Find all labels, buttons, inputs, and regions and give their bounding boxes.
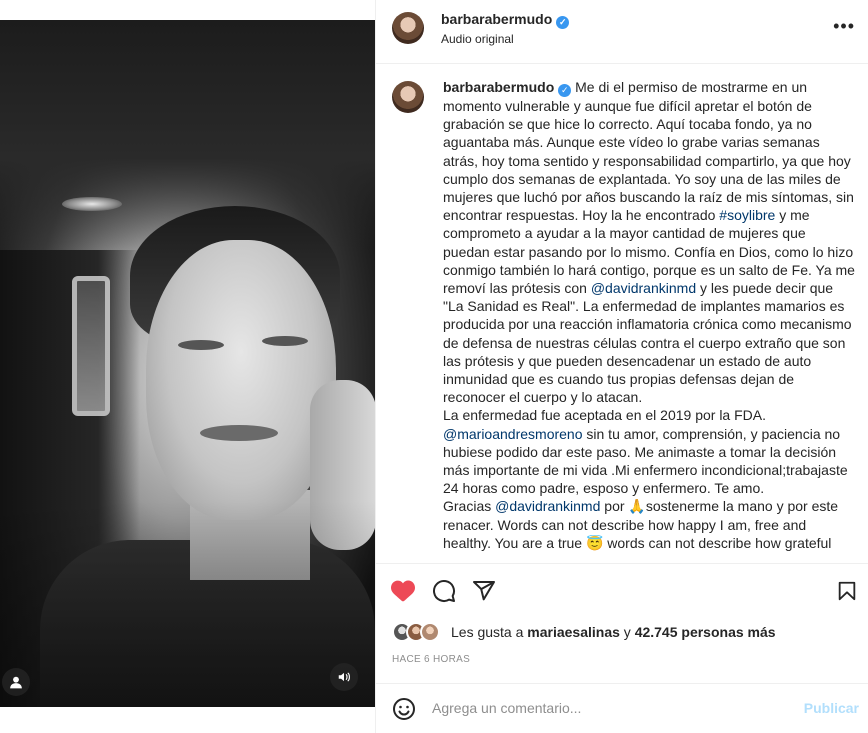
caption-text: barbarabermudo ✓ Me di el permiso de most… <box>443 78 855 552</box>
more-options-icon[interactable]: ••• <box>833 16 855 37</box>
bookmark-icon[interactable] <box>836 579 858 603</box>
video-frame[interactable] <box>0 20 375 707</box>
caption-mention-link[interactable]: #soylibre <box>719 207 775 223</box>
caption-avatar[interactable] <box>392 81 424 113</box>
post-panel: barbarabermudo ✓ Audio original ••• barba… <box>375 0 868 733</box>
post-header: barbarabermudo ✓ Audio original ••• <box>376 0 868 64</box>
audio-toggle-button[interactable] <box>330 663 358 691</box>
user-icon <box>10 676 22 689</box>
caption-section: barbarabermudo ✓ Me di el permiso de most… <box>376 65 868 563</box>
likes-middle: y <box>619 624 635 640</box>
tagged-users-button[interactable] <box>2 668 30 696</box>
publish-button[interactable]: Publicar <box>804 700 859 716</box>
avatar <box>420 622 440 642</box>
username-link[interactable]: barbarabermudo <box>441 11 552 27</box>
heart-filled-icon[interactable] <box>390 579 416 603</box>
caption-text-segment: y les puede decir que "La Sanidad es Rea… <box>443 280 852 406</box>
likes-count-link[interactable]: 42.745 personas más <box>635 624 776 640</box>
caption-text-segment: Gracias <box>443 498 496 515</box>
volume-icon <box>338 672 350 682</box>
likes-prefix: Les gusta a <box>451 624 528 640</box>
liker-link[interactable]: mariaesalinas <box>527 624 620 640</box>
verified-badge-icon: ✓ <box>556 16 570 29</box>
liker-avatars[interactable] <box>392 622 452 642</box>
caption-text-segment: La enfermedad fue aceptada en el 2019 po… <box>443 407 766 424</box>
post-media[interactable] <box>0 0 375 733</box>
caption-mention-link[interactable]: @davidrankinmd <box>591 280 696 296</box>
caption-text-segment: Me di el permiso de mostrarme en un mome… <box>443 79 854 224</box>
verified-badge-icon: ✓ <box>558 84 572 97</box>
comment-bar: Publicar <box>376 683 868 733</box>
caption-mention-link[interactable]: @marioandresmoreno <box>443 426 583 442</box>
likes-summary: Les gusta a mariaesalinas y 42.745 perso… <box>451 624 776 640</box>
caption-mention-link[interactable]: @davidrankinmd <box>495 498 600 514</box>
header-username[interactable]: barbarabermudo ✓ <box>441 11 570 29</box>
post-timestamp[interactable]: HACE 6 HORAS <box>392 654 470 665</box>
caption-username[interactable]: barbarabermudo <box>443 79 554 95</box>
share-icon[interactable] <box>472 579 496 603</box>
caption-body: Me di el permiso de mostrarme en un mome… <box>443 79 855 551</box>
emoji-icon[interactable] <box>392 697 416 721</box>
comment-input[interactable] <box>432 697 792 719</box>
post-actions: Les gusta a mariaesalinas y 42.745 perso… <box>376 563 868 697</box>
comment-icon[interactable] <box>432 579 456 603</box>
avatar[interactable] <box>392 12 424 44</box>
audio-label[interactable]: Audio original <box>441 32 514 46</box>
video-shade <box>0 20 375 707</box>
